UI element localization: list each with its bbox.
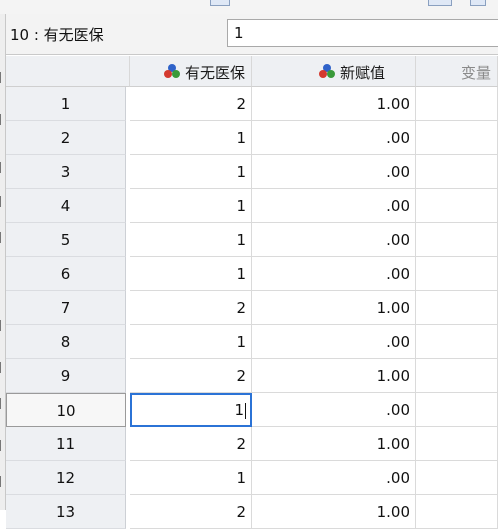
column-header-new-value-text: 新赋值 [318,62,385,83]
new-value-cell[interactable]: .00 [252,223,416,257]
row-number-cell[interactable]: 10 [6,393,126,427]
column-header-new-value[interactable]: 新赋值 [252,56,416,87]
row-number-cell[interactable]: 7 [6,291,126,325]
nominal-variable-icon [163,64,180,78]
insurance-cell[interactable]: 2 [130,359,252,393]
cell-editor-bar: 10 : 有无医保 [6,14,498,55]
new-value-cell[interactable]: 1.00 [252,359,416,393]
column-header-insurance-text: 有无医保 [163,62,245,83]
text-caret [245,402,246,419]
column-header-empty-variable[interactable]: 变量 [416,56,498,87]
insurance-cell[interactable]: 2 [130,427,252,461]
edge-marker [0,362,5,373]
row-number-cell[interactable]: 4 [6,189,126,223]
insurance-cell[interactable]: 1 [130,121,252,155]
edge-marker [0,232,5,243]
column-header-row: 有无医保 新赋值 变量 [6,56,498,87]
insurance-cell[interactable]: 1 [130,223,252,257]
new-value-cell[interactable]: 1.00 [252,87,416,121]
empty-variable-cell[interactable] [416,291,498,325]
new-value-cell[interactable]: 1.00 [252,291,416,325]
column-header-label: 变量 [460,64,491,82]
toolbar-button-icon[interactable] [210,0,230,6]
row-number-cell[interactable]: 2 [6,121,126,155]
cell-reference-label: 10 : 有无医保 [10,26,104,44]
insurance-cell[interactable]: 2 [130,291,252,325]
column-header-insurance[interactable]: 有无医保 [130,56,252,87]
insurance-cell[interactable]: 1 [130,325,252,359]
toolbar-button-icon[interactable] [428,0,452,6]
insurance-cell[interactable]: 1 [130,189,252,223]
table-row: 8 1.00 [6,325,498,359]
row-number-cell[interactable]: 13 [6,495,126,529]
row-number-cell[interactable]: 1 [6,87,126,121]
empty-variable-cell[interactable] [416,495,498,529]
table-row: 121.00 [6,461,498,495]
column-header-label: 有无医保 [184,64,245,82]
toolbar-strip [0,0,498,14]
new-value-cell[interactable]: .00 [252,189,416,223]
table-row: 2 1.00 [6,121,498,155]
insurance-cell[interactable]: 1 [130,461,252,495]
empty-variable-cell[interactable] [416,325,498,359]
new-value-cell[interactable]: .00 [252,121,416,155]
nominal-variable-icon [318,64,335,78]
edge-marker [0,320,5,331]
empty-variable-cell[interactable] [416,189,498,223]
insurance-cell[interactable]: 2 [130,87,252,121]
new-value-cell[interactable]: .00 [252,155,416,189]
edge-marker [0,162,5,173]
empty-variable-cell[interactable] [416,87,498,121]
row-number-cell[interactable]: 8 [6,325,126,359]
row-number-cell[interactable]: 12 [6,461,126,495]
empty-variable-cell[interactable] [416,223,498,257]
table-row: 121.00 [6,87,498,121]
insurance-cell[interactable]: 1 [130,155,252,189]
table-row: 7 2 1.00 [6,291,498,325]
active-cell-text: 1 [234,401,244,419]
insurance-cell[interactable]: 1 [130,257,252,291]
empty-variable-cell[interactable] [416,155,498,189]
table-row: 4 1.00 [6,189,498,223]
column-header-label: 新赋值 [339,64,385,82]
table-row: 6 1.00 [6,257,498,291]
empty-variable-cell[interactable] [416,121,498,155]
table-row: 10 1.00 [6,393,498,427]
new-value-cell[interactable]: 1.00 [252,427,416,461]
edge-marker [0,440,5,451]
new-value-cell[interactable]: .00 [252,393,416,427]
row-number-cell[interactable]: 11 [6,427,126,461]
cell-value-input[interactable] [227,19,498,47]
table-row: 11 2 1.00 [6,427,498,461]
edge-marker [0,476,5,487]
new-value-cell[interactable]: .00 [252,257,416,291]
row-number-cell[interactable]: 9 [6,359,126,393]
row-number-cell[interactable]: 3 [6,155,126,189]
table-row: 9 2 1.00 [6,359,498,393]
empty-variable-cell[interactable] [416,257,498,291]
row-number-header-corner[interactable] [6,56,130,87]
toolbar-button-icon[interactable] [470,0,486,6]
edge-marker [0,398,5,409]
edge-marker [0,196,5,207]
edge-marker [0,114,5,125]
empty-variable-cell[interactable] [416,427,498,461]
new-value-cell[interactable]: .00 [252,461,416,495]
insurance-cell[interactable]: 1 [130,393,252,427]
new-value-cell[interactable]: .00 [252,325,416,359]
table-row: 5 1.00 [6,223,498,257]
row-number-cell[interactable]: 5 [6,223,126,257]
insurance-cell[interactable]: 2 [130,495,252,529]
table-row: 3 1.00 [6,155,498,189]
new-value-cell[interactable]: 1.00 [252,495,416,529]
row-number-cell[interactable]: 6 [6,257,126,291]
empty-variable-cell[interactable] [416,461,498,495]
edge-marker [0,72,5,83]
table-row: 13 2 1.00 [6,495,498,529]
empty-variable-cell[interactable] [416,393,498,427]
empty-variable-cell[interactable] [416,359,498,393]
